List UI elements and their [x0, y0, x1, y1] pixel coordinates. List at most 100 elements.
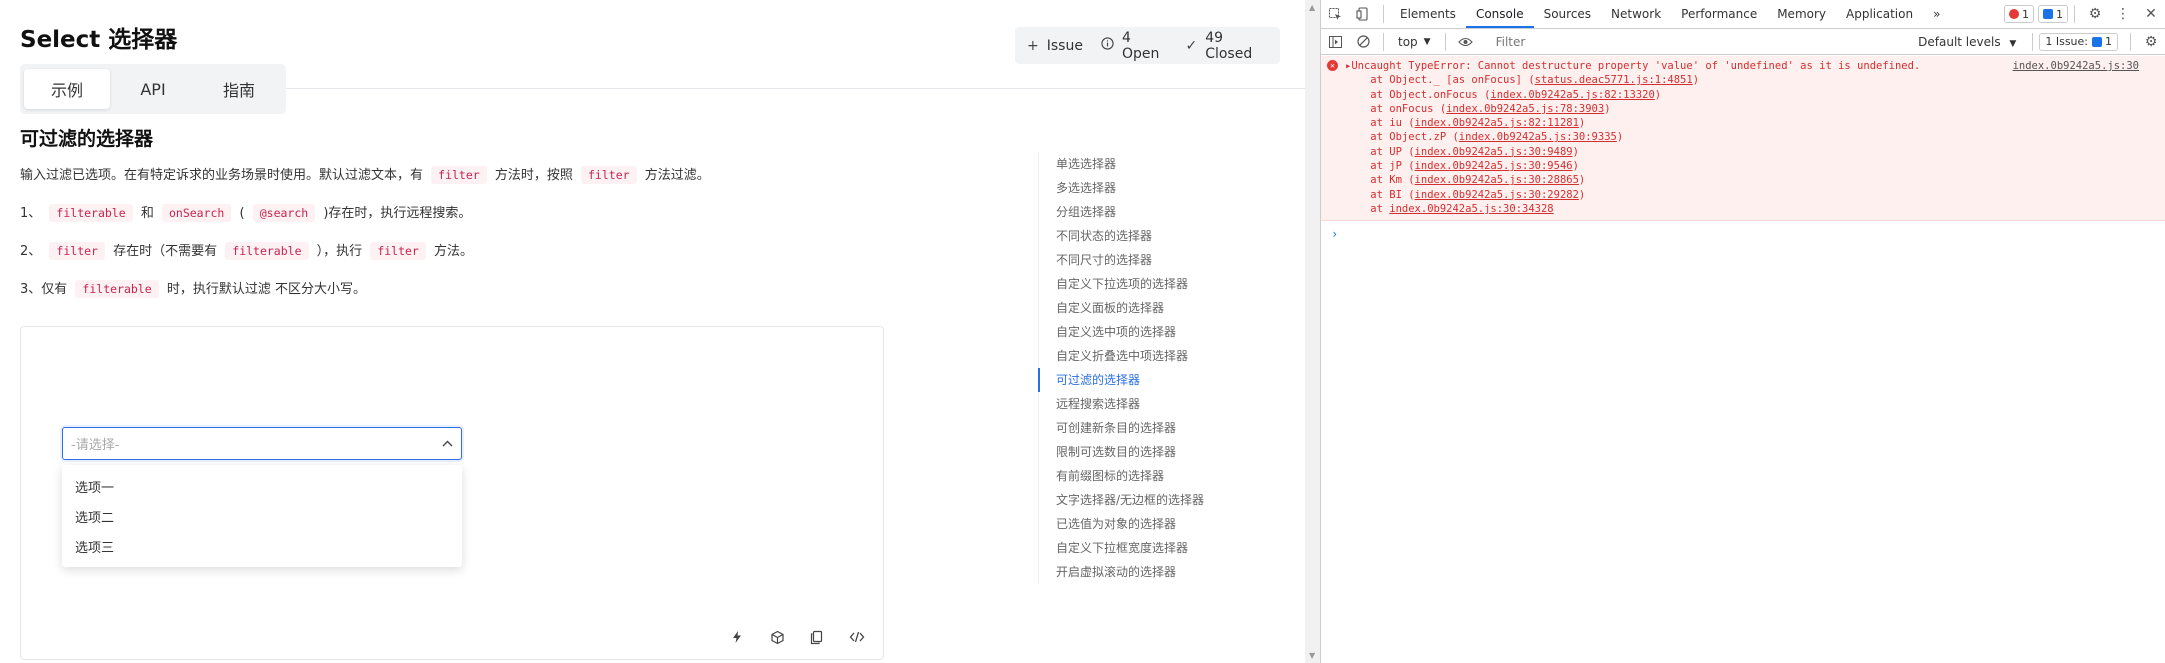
error-source-link[interactable]: index.0b9242a5.js:30	[2013, 59, 2139, 73]
tab-api[interactable]: API	[110, 69, 196, 109]
rule-text: 存在时（不需要有	[113, 244, 218, 259]
toc-item[interactable]: 自定义折叠选中项选择器	[1039, 344, 1258, 368]
clear-console-icon[interactable]	[1349, 28, 1377, 56]
toc-item[interactable]: 不同尺寸的选择器	[1039, 248, 1258, 272]
stack-text: )	[1616, 131, 1624, 144]
console-output: ✕ ▸Uncaught TypeError: Cannot destructur…	[1321, 56, 2165, 241]
prompt-chevron-icon: ›	[1331, 227, 1339, 242]
copy-icon[interactable]	[805, 625, 829, 649]
chevron-up-icon	[442, 437, 453, 450]
rule-text: 2、	[20, 244, 42, 259]
tab-console[interactable]: Console	[1465, 0, 1534, 28]
stack-text: )	[1578, 117, 1586, 130]
stack-frame: at Object.zP (index.0b9242a5.js:30:9335)	[1345, 130, 2165, 144]
select-option[interactable]: 选项三	[62, 531, 462, 561]
toc-item[interactable]: 有前缀图标的选择器	[1039, 464, 1258, 488]
closed-issues-link[interactable]: ✓ 49 Closed	[1185, 30, 1268, 62]
stack-link[interactable]: index.0b9242a5.js:82:13320	[1490, 89, 1654, 101]
scroll-up-icon[interactable]: ▲	[1309, 3, 1315, 12]
close-devtools-icon[interactable]: ✕	[2137, 0, 2165, 28]
cube-icon[interactable]	[765, 625, 789, 649]
stack-link[interactable]: index.0b9242a5.js:30:9546	[1415, 160, 1573, 172]
inspect-element-icon[interactable]	[1321, 0, 1349, 28]
console-filter-input[interactable]: Filter	[1488, 32, 1909, 52]
tab-memory[interactable]: Memory	[1767, 0, 1836, 28]
demo-toolbar	[709, 625, 869, 649]
tab-sources[interactable]: Sources	[1534, 0, 1601, 28]
stack-link[interactable]: index.0b9242a5.js:78:3903	[1446, 103, 1604, 115]
message-count: 1	[2056, 7, 2063, 21]
toolbar-divider	[1444, 32, 1446, 51]
tab-performance[interactable]: Performance	[1671, 0, 1767, 28]
more-options-icon[interactable]: ⋮	[2109, 0, 2137, 28]
stack-text: )	[1692, 74, 1700, 87]
tab-elements[interactable]: Elements	[1390, 0, 1466, 28]
scroll-down-icon[interactable]: ▼	[1309, 651, 1315, 660]
intro-part: 方法过滤。	[644, 168, 710, 183]
stack-text: at	[1345, 202, 1390, 215]
devtools-panel: Elements Console Sources Network Perform…	[1320, 0, 2165, 663]
tabs-divider	[286, 88, 1305, 89]
message-count-badge[interactable]: 1	[2038, 5, 2068, 23]
toc-item[interactable]: 文字选择器/无边框的选择器	[1039, 488, 1258, 512]
stack-link[interactable]: index.0b9242a5.js:30:9335	[1459, 131, 1617, 143]
toc-item[interactable]: 自定义选中项的选择器	[1039, 320, 1258, 344]
settings-gear-icon[interactable]: ⚙	[2081, 0, 2109, 28]
page-scrollbar[interactable]: ▲ ▼	[1305, 0, 1320, 663]
toc-item-active[interactable]: 可过滤的选择器	[1038, 368, 1258, 392]
console-prompt[interactable]: ›	[1321, 221, 2165, 241]
toc-item[interactable]: 开启虚拟滚动的选择器	[1039, 560, 1258, 584]
code-filter: filter	[431, 166, 487, 184]
stack-text: at iu (	[1345, 117, 1415, 130]
error-count-badge[interactable]: 1	[2004, 5, 2034, 23]
select-option[interactable]: 选项一	[62, 471, 462, 501]
stack-frame: at onFocus (index.0b9242a5.js:78:3903)	[1345, 102, 2165, 116]
rule-text: )存在时，执行远程搜索。	[323, 206, 472, 221]
tab-network[interactable]: Network	[1601, 0, 1671, 28]
device-toolbar-icon[interactable]	[1349, 0, 1377, 28]
docs-page: Select 选择器 + Issue 4 Open ✓ 49 Closed 示例…	[0, 0, 1305, 663]
toc-item[interactable]: 多选选择器	[1039, 176, 1258, 200]
stack-link[interactable]: status.deac5771.js:1:4851	[1535, 74, 1693, 86]
stack-link[interactable]: index.0b9242a5.js:30:29282	[1415, 189, 1579, 201]
filterable-select-input[interactable]: -请选择-	[62, 427, 462, 460]
rule-text: 和	[140, 206, 154, 221]
log-levels-dropdown[interactable]: Default levels ▼	[1908, 35, 2026, 49]
toc-item[interactable]: 不同状态的选择器	[1039, 224, 1258, 248]
toc-item[interactable]: 自定义下拉选项的选择器	[1039, 272, 1258, 296]
toc-item[interactable]: 可创建新条目的选择器	[1039, 416, 1258, 440]
code-icon[interactable]	[845, 625, 869, 649]
toc-item[interactable]: 自定义下拉框宽度选择器	[1039, 536, 1258, 560]
toc-item[interactable]: 分组选择器	[1039, 200, 1258, 224]
toc-item[interactable]: 单选选择器	[1039, 152, 1258, 176]
console-settings-gear-icon[interactable]: ⚙	[2137, 28, 2165, 56]
tab-examples[interactable]: 示例	[24, 69, 110, 109]
stack-link[interactable]: index.0b9242a5.js:30:28865	[1415, 174, 1579, 186]
stack-link[interactable]: index.0b9242a5.js:82:11281	[1415, 117, 1579, 129]
intro-text: 输入过滤已选项。在有特定诉求的业务场景时使用。默认过滤文本，有 filter 方…	[20, 164, 710, 187]
context-selector[interactable]: top ▼	[1390, 32, 1439, 52]
toc-item[interactable]: 自定义面板的选择器	[1039, 296, 1258, 320]
stack-text: )	[1578, 174, 1586, 187]
show-sidebar-icon[interactable]	[1321, 28, 1349, 56]
toc-item[interactable]: 限制可选数目的选择器	[1039, 440, 1258, 464]
stack-link[interactable]: index.0b9242a5.js:30:9489	[1415, 146, 1573, 158]
issues-counter[interactable]: 1 Issue: 1	[2039, 32, 2118, 51]
tab-application[interactable]: Application	[1836, 0, 1923, 28]
toc-item[interactable]: 已选值为对象的选择器	[1039, 512, 1258, 536]
live-expression-eye-icon[interactable]	[1452, 28, 1480, 56]
devtools-tabbar: Elements Console Sources Network Perform…	[1321, 0, 2165, 29]
table-of-contents: 单选选择器 多选选择器 分组选择器 不同状态的选择器 不同尺寸的选择器 自定义下…	[1038, 152, 1258, 584]
stack-text: at Object._ [as onFocus] (	[1345, 74, 1535, 87]
stack-link[interactable]: index.0b9242a5.js:30:34328	[1389, 203, 1553, 215]
toc-item[interactable]: 远程搜索选择器	[1039, 392, 1258, 416]
select-option[interactable]: 选项二	[62, 501, 462, 531]
stack-frame: at BI (index.0b9242a5.js:30:29282)	[1345, 188, 2165, 202]
issue-link[interactable]: + Issue	[1027, 38, 1083, 54]
lightning-icon[interactable]	[725, 625, 749, 649]
open-issues-link[interactable]: 4 Open	[1101, 30, 1168, 62]
code-filter: filter	[370, 242, 426, 260]
tab-guide[interactable]: 指南	[196, 69, 282, 109]
more-tabs-icon[interactable]: »	[1923, 0, 1950, 28]
code-filterable: filterable	[75, 280, 159, 298]
